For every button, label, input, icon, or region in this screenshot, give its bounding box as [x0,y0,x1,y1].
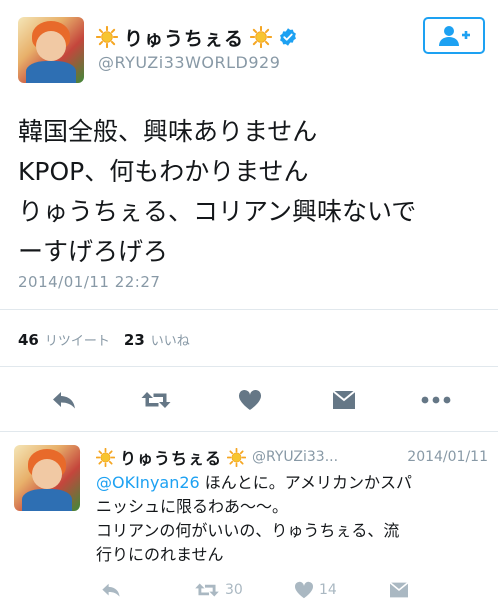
reply-icon [53,392,75,409]
reply-text-segment: ほんとに。アメリカンかスパ [199,473,413,492]
tweet-text-line: 韓国全般、興味ありません [18,117,318,146]
retweet-count[interactable]: 46 [18,331,39,349]
reply-button[interactable] [48,388,80,412]
divider [0,366,498,367]
sun-icon [96,26,118,48]
avatar-face [36,31,66,61]
avatar-shirt [22,489,72,511]
heart-icon [238,389,262,410]
display-name[interactable]: りゅうちぇる [124,24,244,51]
more-icon [421,396,451,404]
reply-button[interactable] [100,578,122,602]
verified-badge-icon [280,28,296,46]
like-button[interactable]: 14 [294,578,337,602]
avatar[interactable] [14,445,80,511]
retweet-icon [195,583,219,597]
reply-text: @OKInyan26 ほんとに。アメリカンかスパ ニッシュに限るわあ〜〜。 コリ… [96,471,492,567]
like-button[interactable] [234,388,266,412]
reply-text-line: ニッシュに限るわあ〜〜。 [96,497,289,516]
reply-retweet-count: 30 [225,582,243,598]
sun-icon [96,447,115,467]
message-button[interactable] [328,388,360,412]
retweet-label[interactable]: リツイート [45,330,110,349]
avatar-shirt [26,61,76,83]
follow-person-plus-icon [439,25,470,46]
more-button[interactable] [420,388,452,412]
heart-icon [294,581,314,599]
message-button[interactable] [388,578,410,602]
reply-header: りゅうちぇる @RYUZi33... 2014/01/11 [96,445,496,469]
tweet-text: 韓国全般、興味ありません KPOP、何もわかりません りゅうちぇる、コリアン興味… [18,112,488,272]
retweet-button[interactable]: 30 [194,578,243,602]
main-tweet: りゅうちぇる @RYUZi33WORLD929 韓国全般、興味ありません KPO… [0,0,498,432]
timestamp[interactable]: 2014/01/11 22:27 [18,273,160,291]
reply-action-bar: 30 14 [96,578,496,602]
divider [0,431,498,432]
name-row[interactable]: りゅうちぇる [96,24,298,50]
reply-text-line: コリアンの何がいいの、りゅうちぇる、流 [96,521,400,540]
avatar-face [32,459,62,489]
reply-display-name[interactable]: りゅうちぇる [120,445,222,469]
tweet-text-line: りゅうちぇる、コリアン興味ないで [18,197,417,226]
reply-like-count: 14 [319,582,337,598]
reply-icon [102,583,120,597]
reply-text-line: @OKInyan26 ほんとに。アメリカンかスパ [96,471,492,495]
message-icon [332,390,356,409]
handle[interactable]: @RYUZi33WORLD929 [98,53,280,72]
reply-tweet[interactable]: りゅうちぇる @RYUZi33... 2014/01/11 @OKInyan26… [0,433,498,616]
follow-button[interactable] [423,17,485,54]
retweet-button[interactable] [140,388,172,412]
mention-link[interactable]: @OKInyan26 [96,473,200,492]
tweet-text-line: ーすげろげろ [18,237,169,266]
avatar[interactable] [18,17,84,83]
action-bar [0,378,498,422]
divider [0,309,498,310]
sun-icon [227,447,247,467]
reply-handle[interactable]: @RYUZi33... [252,449,338,465]
reply-date[interactable]: 2014/01/11 [407,449,488,465]
tweet-text-line: KPOP、何もわかりません [18,157,309,186]
like-label[interactable]: いいね [151,330,190,349]
like-count[interactable]: 23 [124,331,145,349]
stats-row: 46 リツイート 23 いいね [18,330,204,349]
message-icon [389,582,409,598]
sun-icon [250,26,273,48]
retweet-icon [141,392,171,408]
reply-text-line: 行りにのれません [96,545,224,564]
